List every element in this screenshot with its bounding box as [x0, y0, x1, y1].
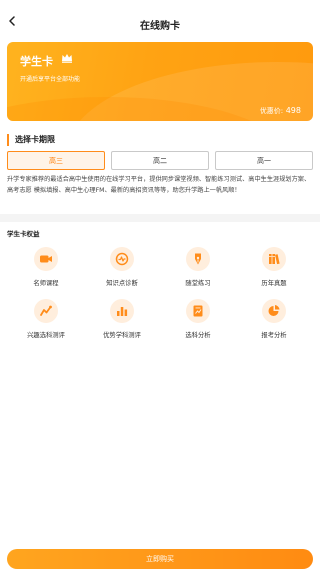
benefit-item-application-analysis[interactable]: 报考分析 — [236, 299, 312, 339]
benefit-item-strength-assessment[interactable]: 优势学科测评 — [84, 299, 160, 339]
video-icon — [40, 255, 52, 263]
benefit-item-teacher-courses[interactable]: 名师课程 — [8, 247, 84, 287]
bar-chart-icon — [117, 307, 128, 316]
benefit-item-past-exams[interactable]: 历年真题 — [236, 247, 312, 287]
benefit-item-subject-analysis[interactable]: 选科分析 — [160, 299, 236, 339]
crown-icon — [62, 54, 72, 63]
price-label: 优惠价: — [259, 107, 284, 115]
period-options: 高三 高二 高一 — [7, 151, 313, 170]
benefit-label: 优势学科测评 — [103, 332, 141, 339]
interest-icon — [40, 305, 52, 316]
membership-card: 学生卡 开通后享平台全部功能 优惠价: 498 — [7, 42, 313, 121]
period-option-grade2[interactable]: 高二 — [111, 151, 209, 170]
benefit-label: 选科分析 — [185, 332, 211, 339]
benefits-title: 学生卡权益 — [7, 230, 40, 238]
benefit-item-class-practice[interactable]: 随堂练习 — [160, 247, 236, 287]
benefit-label: 报考分析 — [261, 332, 287, 339]
period-option-grade1[interactable]: 高一 — [215, 151, 313, 170]
benefit-label: 随堂练习 — [185, 280, 211, 287]
page-title: 在线购卡 — [140, 21, 180, 32]
price-value: 498 — [285, 106, 301, 115]
benefit-label: 兴趣选科测评 — [27, 332, 65, 339]
card-price: 优惠价: 498 — [260, 106, 301, 116]
card-name: 学生卡 — [20, 55, 53, 68]
benefit-label: 知识点诊断 — [106, 280, 138, 287]
analysis-icon — [193, 305, 203, 317]
diagnosis-icon — [115, 252, 129, 266]
card-intro-text: 升学专家推荐的最适合高中生使用的在线学习平台，提供同步课堂视频、智能练习测试、高… — [7, 176, 311, 194]
benefit-label: 名师课程 — [33, 280, 59, 287]
benefit-item-knowledge-diagnosis[interactable]: 知识点诊断 — [84, 247, 160, 287]
nav-bar: 在线购卡 — [0, 0, 320, 40]
period-section-title: 选择卡期限 — [7, 134, 55, 146]
page: 在线购卡 学生卡 开通后享平台全部功能 优惠价: 498 选择卡期限 高三 高二… — [0, 0, 320, 569]
pie-chart-icon — [268, 305, 280, 316]
section-divider — [0, 214, 320, 222]
period-option-grade3[interactable]: 高三 — [7, 151, 105, 170]
benefit-item-interest-assessment[interactable]: 兴趣选科测评 — [8, 299, 84, 339]
benefit-label: 历年真题 — [261, 280, 287, 287]
benefits-grid: 名师课程 知识点诊断 随堂练习 历年真题 兴趣选科测评 优势学科测评 选科分析 … — [8, 247, 312, 339]
buy-now-button[interactable]: 立即购买 — [7, 549, 313, 569]
books-icon — [269, 254, 280, 265]
pen-icon — [195, 253, 201, 265]
card-description: 开通后享平台全部功能 — [20, 76, 81, 83]
